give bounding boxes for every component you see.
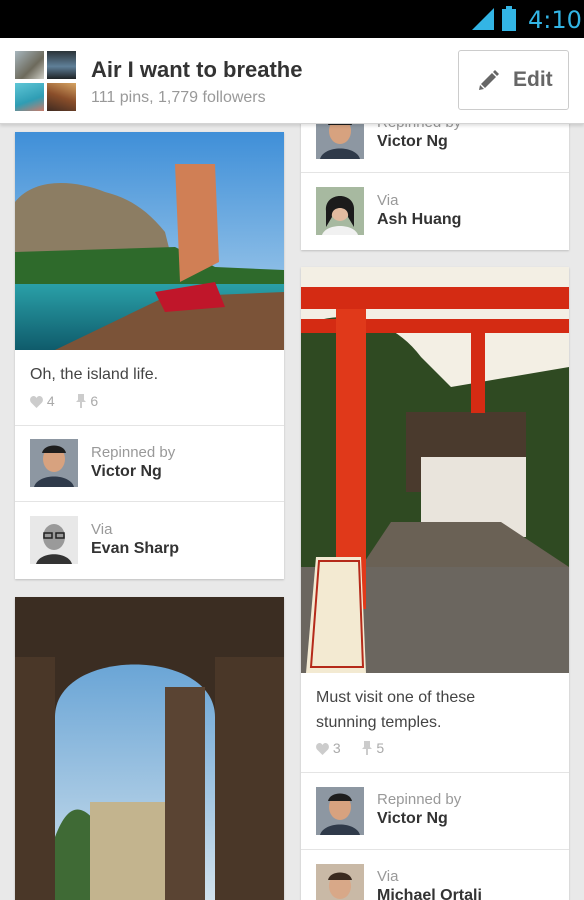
pin-description: Oh, the island life. [30, 366, 159, 383]
via-name[interactable]: Ash Huang [377, 211, 461, 229]
board-cover-thumbnails [15, 51, 77, 111]
via-name[interactable]: Michael Ortali [377, 887, 482, 900]
divider [301, 772, 569, 773]
status-bar: 4:10 [0, 0, 584, 38]
heart-icon [30, 396, 43, 408]
edit-button-label: Edit [513, 68, 553, 91]
avatar-victor-ng[interactable] [30, 439, 78, 487]
board-header: Air I want to breathe 111 pins, 1,779 fo… [0, 38, 584, 124]
pin-card-arch[interactable] [15, 597, 284, 900]
pin-card-temple[interactable]: Must visit one of these stunning temples… [301, 267, 569, 900]
pin-stats: 4 6 [30, 393, 98, 409]
repin-count: 6 [90, 393, 99, 409]
repinned-by-label: Repinned by [377, 791, 462, 808]
pin-image-temple[interactable] [301, 267, 569, 673]
pin-image-island[interactable] [15, 132, 284, 350]
pushpin-icon [362, 741, 373, 755]
pin-description: Must visit one of these stunning temples… [316, 685, 475, 735]
pin-image-arch[interactable] [15, 597, 284, 900]
avatar-michael-ortali[interactable] [316, 864, 364, 900]
repinned-by-name[interactable]: Victor Ng [377, 133, 448, 151]
via-label: Via [377, 868, 399, 885]
repinned-by-name[interactable]: Victor Ng [91, 463, 162, 481]
clock: 4:10 [528, 6, 582, 34]
divider [15, 425, 284, 426]
battery-icon [502, 6, 516, 31]
board-stats: 111 pins, 1,779 followers [91, 89, 266, 106]
avatar-victor-ng[interactable] [316, 787, 364, 835]
board-title: Air I want to breathe [91, 57, 303, 82]
thumbnail-3 [15, 83, 44, 111]
via-label: Via [91, 521, 113, 538]
avatar-evan-sharp[interactable] [30, 516, 78, 564]
signal-icon [472, 8, 494, 30]
thumbnail-2 [47, 51, 76, 79]
via-label: Via [377, 192, 399, 209]
divider [15, 501, 284, 502]
via-name[interactable]: Evan Sharp [91, 540, 179, 558]
pin-card-island[interactable]: Oh, the island life. 4 6 Repinned by Vic… [15, 132, 284, 579]
pin-description-line-1: Must visit one of these [316, 689, 476, 706]
heart-icon [316, 743, 329, 755]
pin-stats: 3 5 [316, 740, 384, 756]
pencil-icon [479, 70, 499, 90]
divider [301, 172, 569, 173]
thumbnail-4 [47, 83, 76, 111]
repin-count: 5 [376, 740, 385, 756]
edit-button[interactable]: Edit [458, 50, 569, 110]
pin-description-line-2: stunning temples. [316, 714, 442, 731]
avatar-ash-huang[interactable] [316, 187, 364, 235]
repinned-by-name[interactable]: Victor Ng [377, 810, 448, 828]
pushpin-icon [76, 394, 87, 408]
divider [301, 849, 569, 850]
repinned-by-label: Repinned by [91, 444, 176, 461]
like-count: 4 [46, 393, 55, 409]
thumbnail-1 [15, 51, 44, 79]
like-count: 3 [332, 740, 341, 756]
